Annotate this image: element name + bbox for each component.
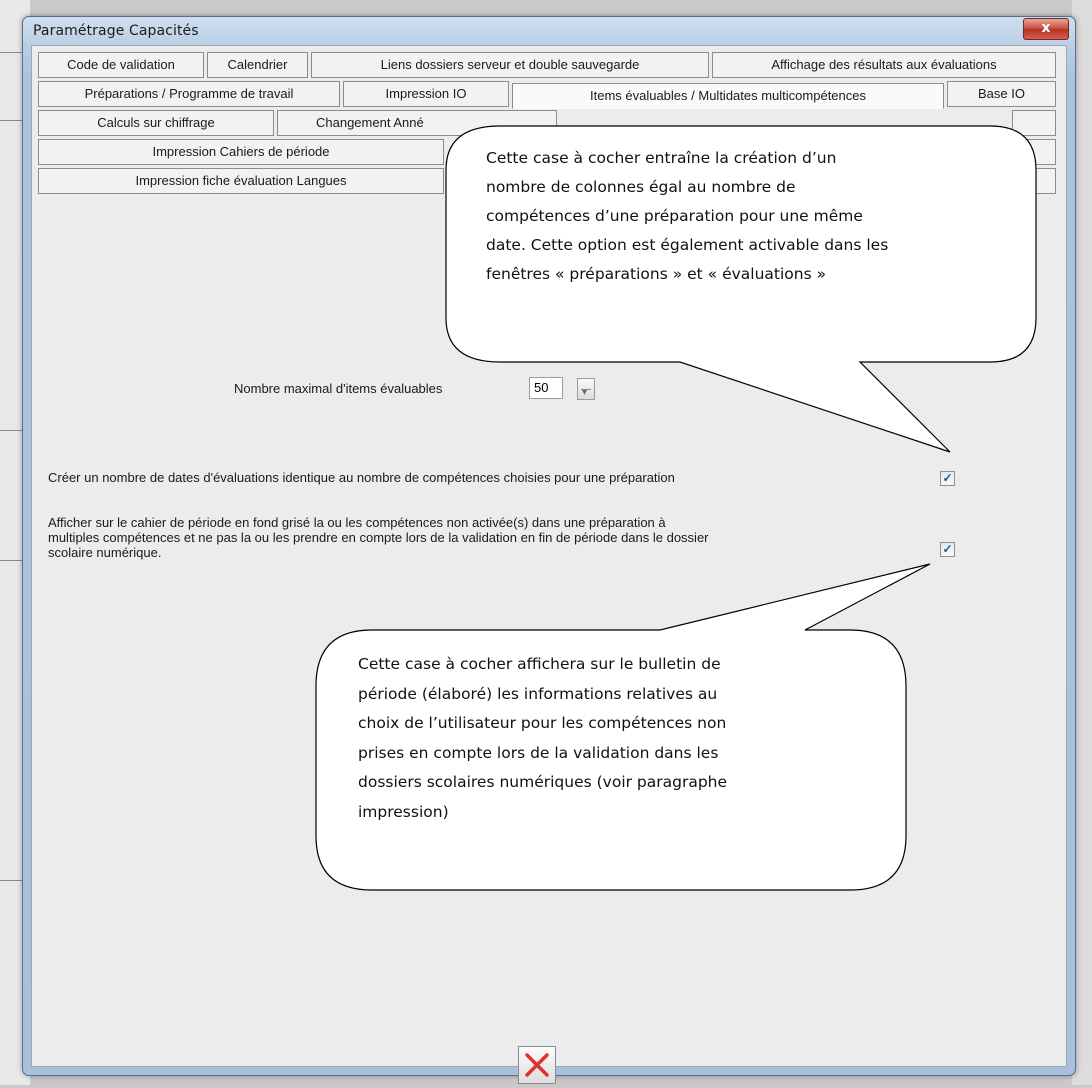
close-icon: x [1041,20,1051,36]
tab-impression-fiche-langues[interactable]: Impression fiche évaluation Langues [38,168,444,194]
checkmark-icon: ✓ [942,471,953,485]
option2-line: scolaire numérique. [48,545,162,560]
callout-line: dossiers scolaires numériques (voir para… [358,773,728,791]
tab-row5-last[interactable] [1012,168,1056,194]
option2-line: multiples compétences et ne pas la ou le… [48,530,709,545]
tab-calculs-chiffrage[interactable]: Calculs sur chiffrage [38,110,274,136]
title-bar[interactable]: Paramétrage Capacités x [23,17,1075,45]
tab-impression-io[interactable]: Impression IO [343,81,509,107]
callout-line: date. Cette option est également activab… [486,236,889,254]
callout-line: prises en compte lors de la validation d… [358,743,719,762]
spin-down-icon[interactable] [577,378,595,400]
callout-text-1: Cette case à cocher entraîne la création… [486,144,888,289]
tab-code-validation[interactable]: Code de validation [38,52,204,78]
cancel-x-icon [525,1053,549,1077]
tab-affichage-resultats[interactable]: Affichage des résultats aux évaluations [712,52,1056,78]
tab-items-evaluables[interactable]: Items évaluables / Multidates multicompé… [512,83,944,109]
max-items-input[interactable]: 50 [529,377,563,399]
tab-impression-cahiers[interactable]: Impression Cahiers de période [38,139,444,165]
callout-line: impression) [358,802,449,821]
tab-row3-last[interactable] [1012,110,1056,136]
callout-line: période (élaboré) les informations relat… [358,684,718,703]
cancel-button[interactable] [518,1046,556,1084]
dialog-title: Paramétrage Capacités [33,23,199,39]
max-items-label: Nombre maximal d'items évaluables [234,381,443,396]
option2-label: Afficher sur le cahier de période en fon… [48,515,938,560]
option2-line: Afficher sur le cahier de période en fon… [48,515,666,530]
checkmark-icon: ✓ [942,542,953,556]
tab-base-io[interactable]: Base IO [947,81,1056,107]
callout-line: choix de l’utilisateur pour les compéten… [358,714,727,732]
tab-changement-annee[interactable]: Changement Anné [277,110,557,136]
option1-label: Créer un nombre de dates d'évaluations i… [48,470,675,485]
tab-liens-dossiers[interactable]: Liens dossiers serveur et double sauvega… [311,52,709,78]
callout-line: Cette case à cocher entraîne la création… [486,149,837,167]
callout-line: nombre de colonnes égal au nombre de [486,178,796,196]
tab-row4-last[interactable] [1012,139,1056,165]
callout-text-2: Cette case à cocher affichera sur le bul… [358,650,727,827]
callout-line: Cette case à cocher affichera sur le bul… [358,655,721,673]
callout-line: compétences d’une préparation pour une m… [486,207,863,225]
callout-line: fenêtres « préparations » et « évaluatio… [486,265,827,283]
close-button[interactable]: x [1023,18,1069,40]
option1-checkbox[interactable]: ✓ [940,471,955,486]
tab-calendrier[interactable]: Calendrier [207,52,308,78]
tab-preparations[interactable]: Préparations / Programme de travail [38,81,340,107]
option2-checkbox[interactable]: ✓ [940,542,955,557]
